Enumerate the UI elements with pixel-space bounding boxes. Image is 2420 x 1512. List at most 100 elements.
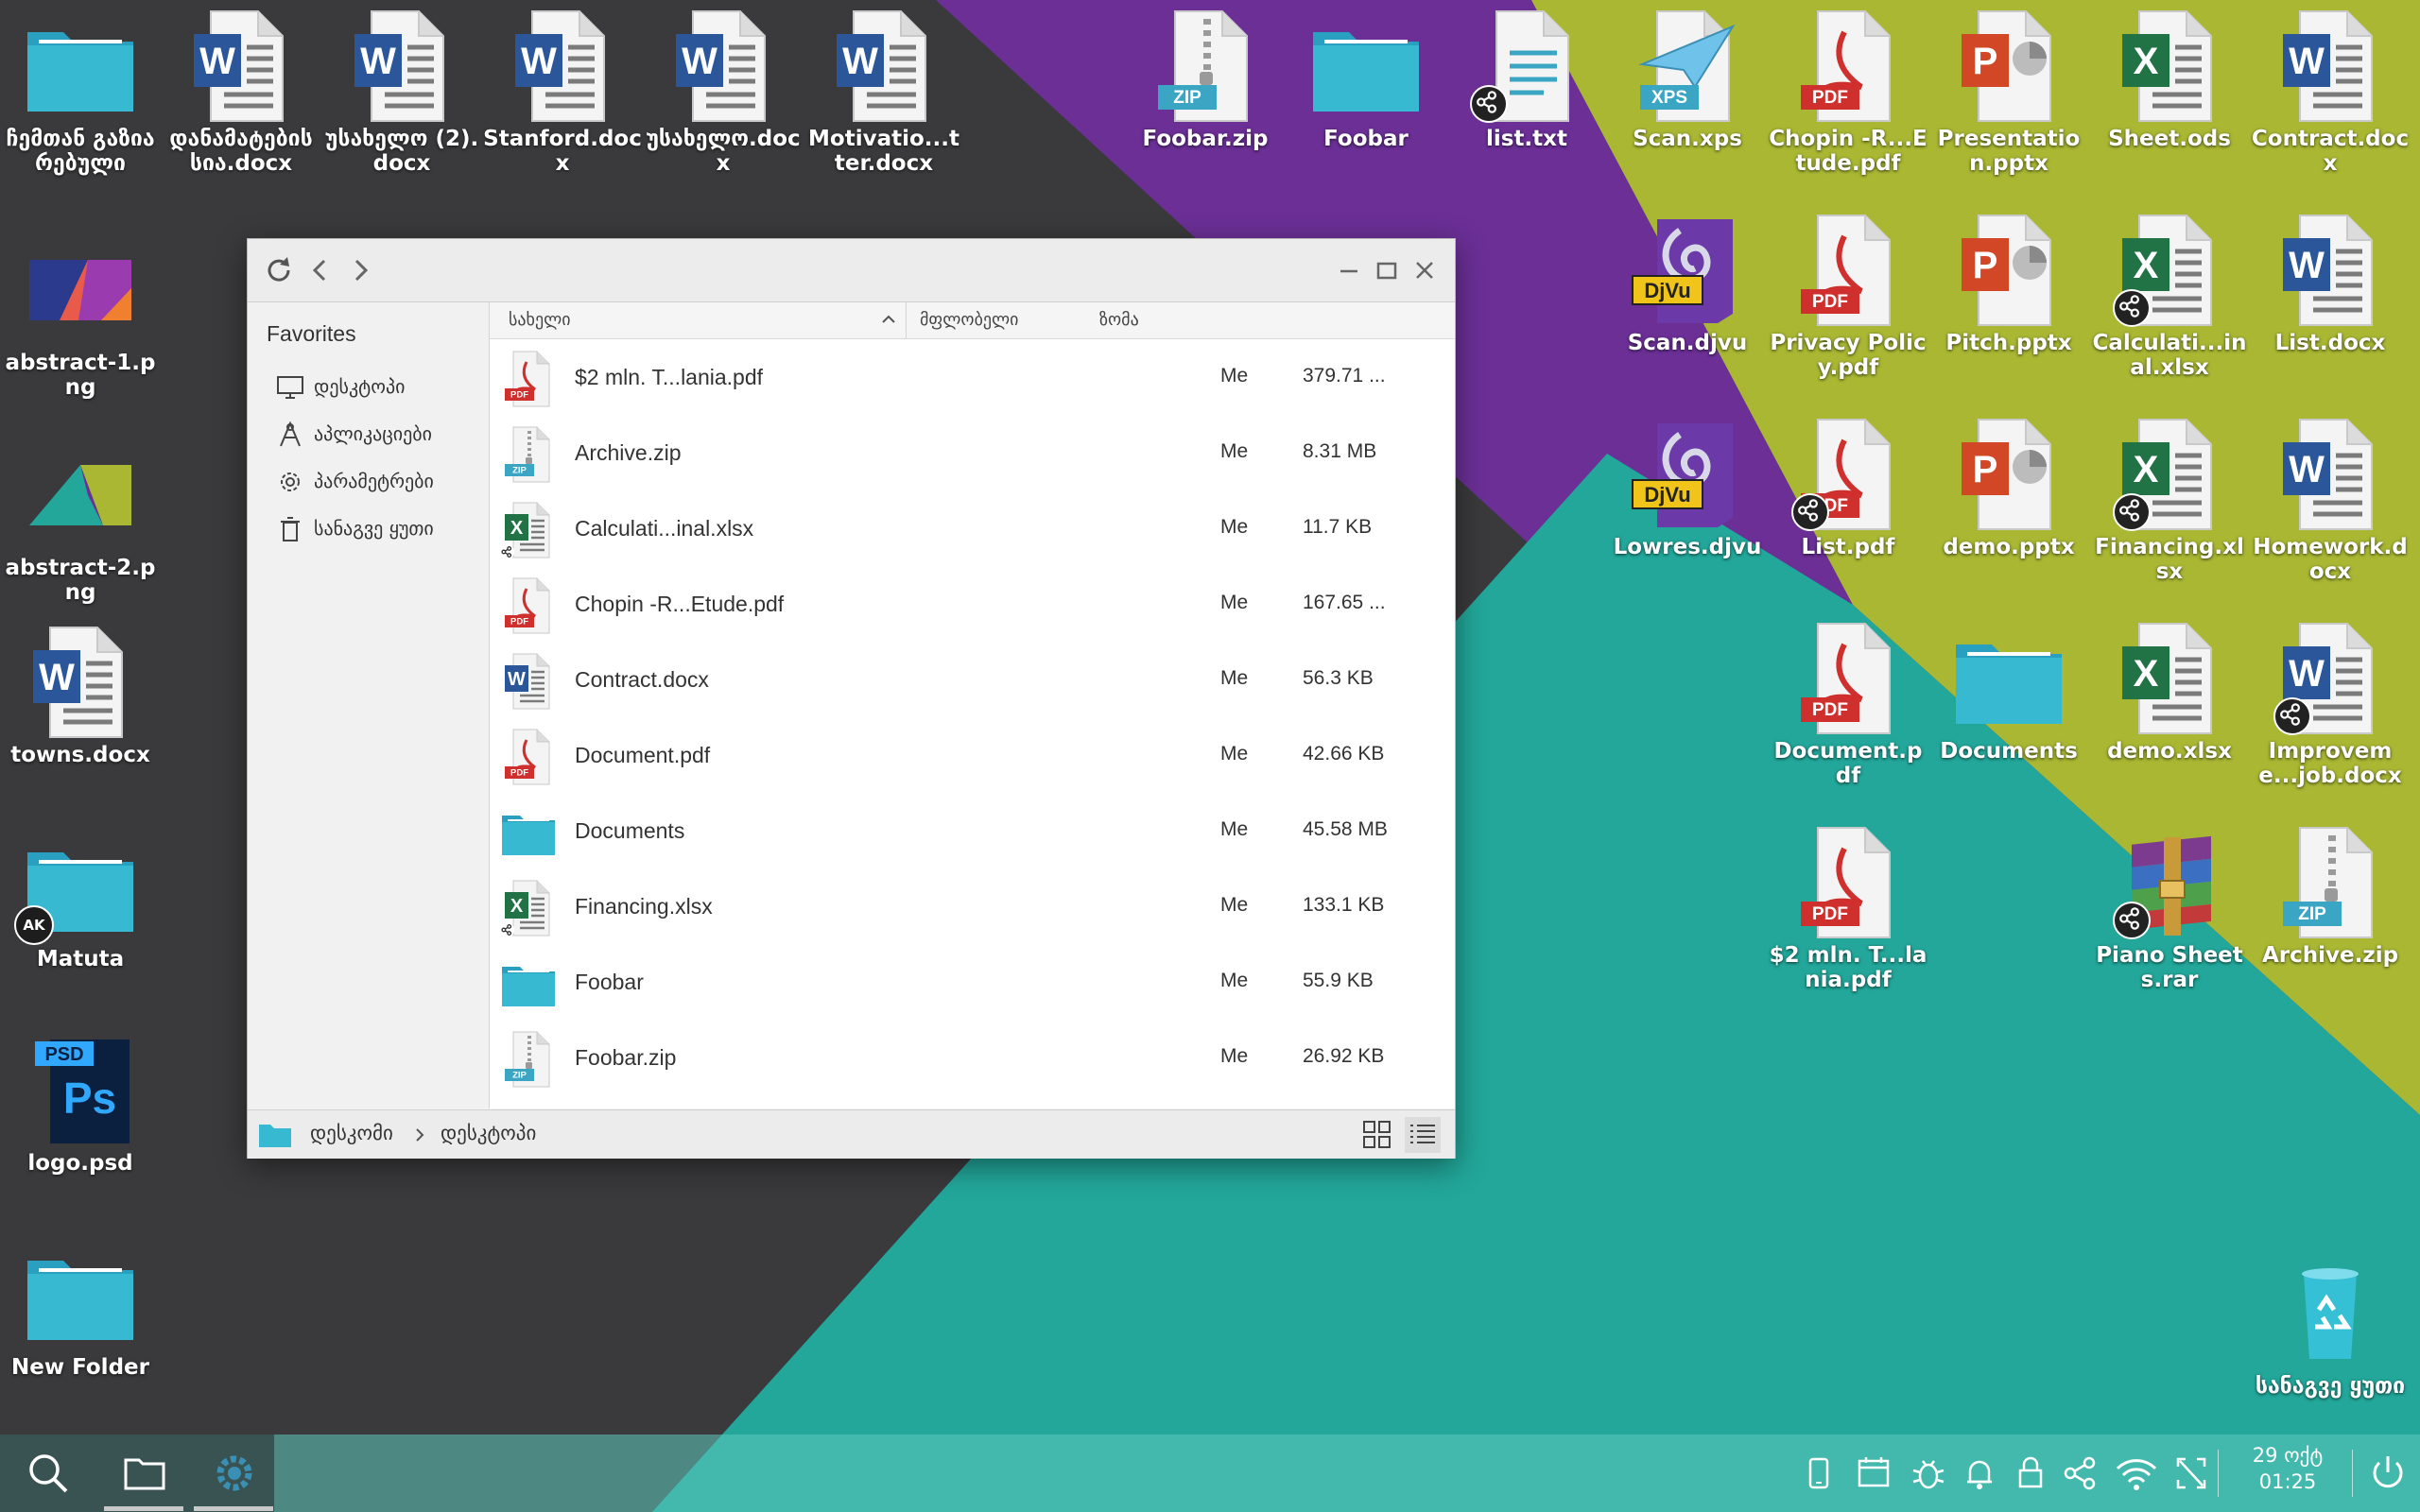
table-row[interactable]: PDF $2 mln. T...lania.pdf Me 379.71 ... — [490, 340, 1455, 416]
shared-badge-icon — [2113, 902, 2151, 939]
desktop-icon[interactable]: ჩემთან გაზიარებული — [0, 8, 161, 176]
desktop-icon[interactable]: P Presentation.pptx — [1928, 8, 2089, 176]
sidebar-item-applications[interactable]: აპლიკაციები — [270, 416, 478, 454]
desktop-icon[interactable]: P Pitch.pptx — [1928, 212, 2089, 355]
desktop-icon[interactable]: Foobar — [1286, 8, 1446, 151]
share-icon[interactable] — [2061, 1452, 2099, 1495]
desktop-icon[interactable]: Wუსახელო.docx — [643, 8, 804, 176]
forward-arrow-icon[interactable] — [342, 252, 378, 288]
refresh-icon[interactable] — [261, 252, 297, 288]
table-row[interactable]: Foobar Me 55.9 KB — [490, 945, 1455, 1021]
table-row[interactable]: X Calculati...inal.xlsx Me 11.7 KB — [490, 491, 1455, 567]
fullscreen-icon[interactable] — [2172, 1452, 2210, 1495]
settings-gear-icon[interactable] — [213, 1452, 256, 1495]
file-size: 379.71 ... — [1303, 365, 1386, 387]
list-view-icon[interactable] — [1405, 1117, 1441, 1153]
desktop-icon[interactable]: სანაგვე ყუთი — [2250, 1255, 2411, 1399]
desktop-icon[interactable]: W Motivatio...tter.docx — [804, 8, 964, 176]
file-name: Chopin -R...Etude.pdf — [575, 592, 785, 616]
sort-ascending-icon[interactable] — [879, 310, 898, 329]
desktop-icon[interactable]: W Stanford.docx — [482, 8, 643, 176]
shared-badge-icon — [1791, 493, 1829, 531]
sidebar-item-label: აპლიკაციები — [314, 422, 432, 445]
table-row[interactable]: PDF Document.pdf Me 42.66 KB — [490, 718, 1455, 794]
bell-icon[interactable] — [1962, 1452, 1996, 1495]
clock[interactable]: 29 ოქტ 01:25 — [2231, 1442, 2344, 1495]
desktop-icon[interactable]: ZIP Foobar.zip — [1125, 8, 1286, 151]
desktop-icon[interactable]: PDF List.pdf — [1768, 416, 1928, 559]
bug-icon[interactable] — [1910, 1452, 1947, 1495]
desktop-icon[interactable]: New Folder — [0, 1236, 161, 1380]
grid-view-icon[interactable] — [1361, 1119, 1393, 1151]
shared-badge-icon — [2113, 493, 2151, 531]
desktop-icon[interactable]: Wუსახელო (2).docx — [321, 8, 482, 176]
desktop-icon[interactable]: PDF Document.pdf — [1768, 620, 1928, 788]
svg-text:X: X — [2134, 449, 2159, 490]
svg-text:X: X — [2134, 41, 2159, 82]
lock-icon[interactable] — [2014, 1452, 2048, 1495]
sidebar-item-settings[interactable]: პარამეტრები — [270, 463, 478, 501]
desktop-icon[interactable]: abstract-1.png — [0, 232, 161, 400]
sidebar-item-desktop[interactable]: დესკტოპი — [270, 369, 478, 406]
desktop-icon[interactable]: W List.docx — [2250, 212, 2411, 355]
desktop-icon-label: ჩემთან გაზიარებული — [6, 127, 155, 176]
desktop-icon[interactable]: AK Matuta — [0, 828, 161, 971]
desktop-icon[interactable]: Wდანამატების სია.docx — [161, 8, 321, 176]
phone-icon[interactable] — [1802, 1452, 1836, 1495]
sidebar-item-trash[interactable]: სანაგვე ყუთი — [270, 510, 478, 548]
file-manager-icon[interactable] — [123, 1452, 166, 1495]
apps-icon — [280, 421, 301, 447]
desktop-icon[interactable]: X Sheet.ods — [2089, 8, 2250, 151]
desktop-icon[interactable]: PDF Privacy Policy.pdf — [1768, 212, 1928, 380]
desktop-icon[interactable]: Pdemo.pptx — [1928, 416, 2089, 559]
maximize-icon[interactable] — [1369, 252, 1405, 288]
breadcrumb-item[interactable]: დესკომი — [310, 1122, 393, 1144]
desktop-icon[interactable]: W Contract.docx — [2250, 8, 2411, 176]
column-header-name[interactable]: სახელი — [509, 310, 571, 330]
desktop-icon[interactable]: ZIP Archive.zip — [2250, 824, 2411, 968]
table-row[interactable]: ZIP Archive.zip Me 8.31 MB — [490, 416, 1455, 491]
file-manager-window[interactable]: Favorites დესკტოპი აპლიკაციები პარამეტრე… — [247, 238, 1456, 1159]
active-app-indicator — [104, 1506, 183, 1511]
desktop-icon[interactable]: W Homework.docx — [2250, 416, 2411, 584]
breadcrumb-item[interactable]: დესკტოპი — [441, 1122, 536, 1144]
back-arrow-icon[interactable] — [302, 252, 338, 288]
power-icon[interactable] — [2367, 1452, 2409, 1495]
table-row[interactable]: PDF Chopin -R...Etude.pdf Me 167.65 ... — [490, 567, 1455, 643]
desktop-icon-label: Scan.djvu — [1627, 331, 1748, 355]
desktop-icon[interactable]: list.txt — [1446, 8, 1607, 151]
desktop-icon[interactable]: DjVu Scan.djvu — [1607, 212, 1768, 355]
desktop-icon[interactable]: DjVu Lowres.djvu — [1607, 416, 1768, 559]
svg-text:XPS: XPS — [1651, 88, 1687, 108]
desktop-icon-label: Privacy Policy.pdf — [1770, 331, 1927, 380]
desktop-icon[interactable]: X Calculati...inal.xlsx — [2089, 212, 2250, 380]
desktop-icon-label: Scan.xps — [1633, 127, 1742, 151]
desktop-icon[interactable]: Xdemo.xlsx — [2089, 620, 2250, 764]
calendar-icon[interactable] — [1855, 1452, 1893, 1495]
desktop-icon[interactable]: XPS Scan.xps — [1607, 8, 1768, 151]
desktop-icon-label: Homework.docx — [2253, 535, 2408, 584]
table-row[interactable]: X Financing.xlsx Me 133.1 KB — [490, 869, 1455, 945]
desktop-icon[interactable]: PDF $2 mln. T...lania.pdf — [1768, 824, 1928, 992]
desktop-icon[interactable]: PDF Chopin -R...Etude.pdf — [1768, 8, 1928, 176]
desktop-icon[interactable]: X Financing.xlsx — [2089, 416, 2250, 584]
desktop-icon[interactable]: abstract-2.png — [0, 437, 161, 605]
window-titlebar[interactable] — [248, 239, 1455, 302]
desktop-icon[interactable]: Ps PSD logo.psd — [0, 1032, 161, 1176]
desktop-icon[interactable]: W Improveme...job.docx — [2250, 620, 2411, 788]
column-header-size[interactable]: ზომა — [1099, 310, 1139, 330]
table-row[interactable]: Documents Me 45.58 MB — [490, 794, 1455, 869]
table-row[interactable]: ZIP Foobar.zip Me 26.92 KB — [490, 1021, 1455, 1096]
close-icon[interactable] — [1407, 252, 1443, 288]
wifi-icon[interactable] — [2114, 1452, 2159, 1495]
sidebar: Favorites დესკტოპი აპლიკაციები პარამეტრე… — [248, 302, 490, 1108]
search-icon[interactable] — [26, 1452, 70, 1495]
desktop-icon[interactable]: Piano Sheets.rar — [2089, 824, 2250, 992]
table-row[interactable]: W Contract.docx Me 56.3 KB — [490, 643, 1455, 718]
desktop-icon[interactable]: Wtowns.docx — [0, 624, 161, 767]
file-list[interactable]: სახელი მფლობელი ზომა PDF $2 mln. T...lani… — [490, 302, 1455, 1108]
desktop-icon[interactable]: Documents — [1928, 620, 2089, 764]
minimize-icon[interactable] — [1331, 252, 1367, 288]
column-header-owner[interactable]: მფლობელი — [920, 310, 1019, 330]
file-name: Foobar — [575, 970, 644, 994]
